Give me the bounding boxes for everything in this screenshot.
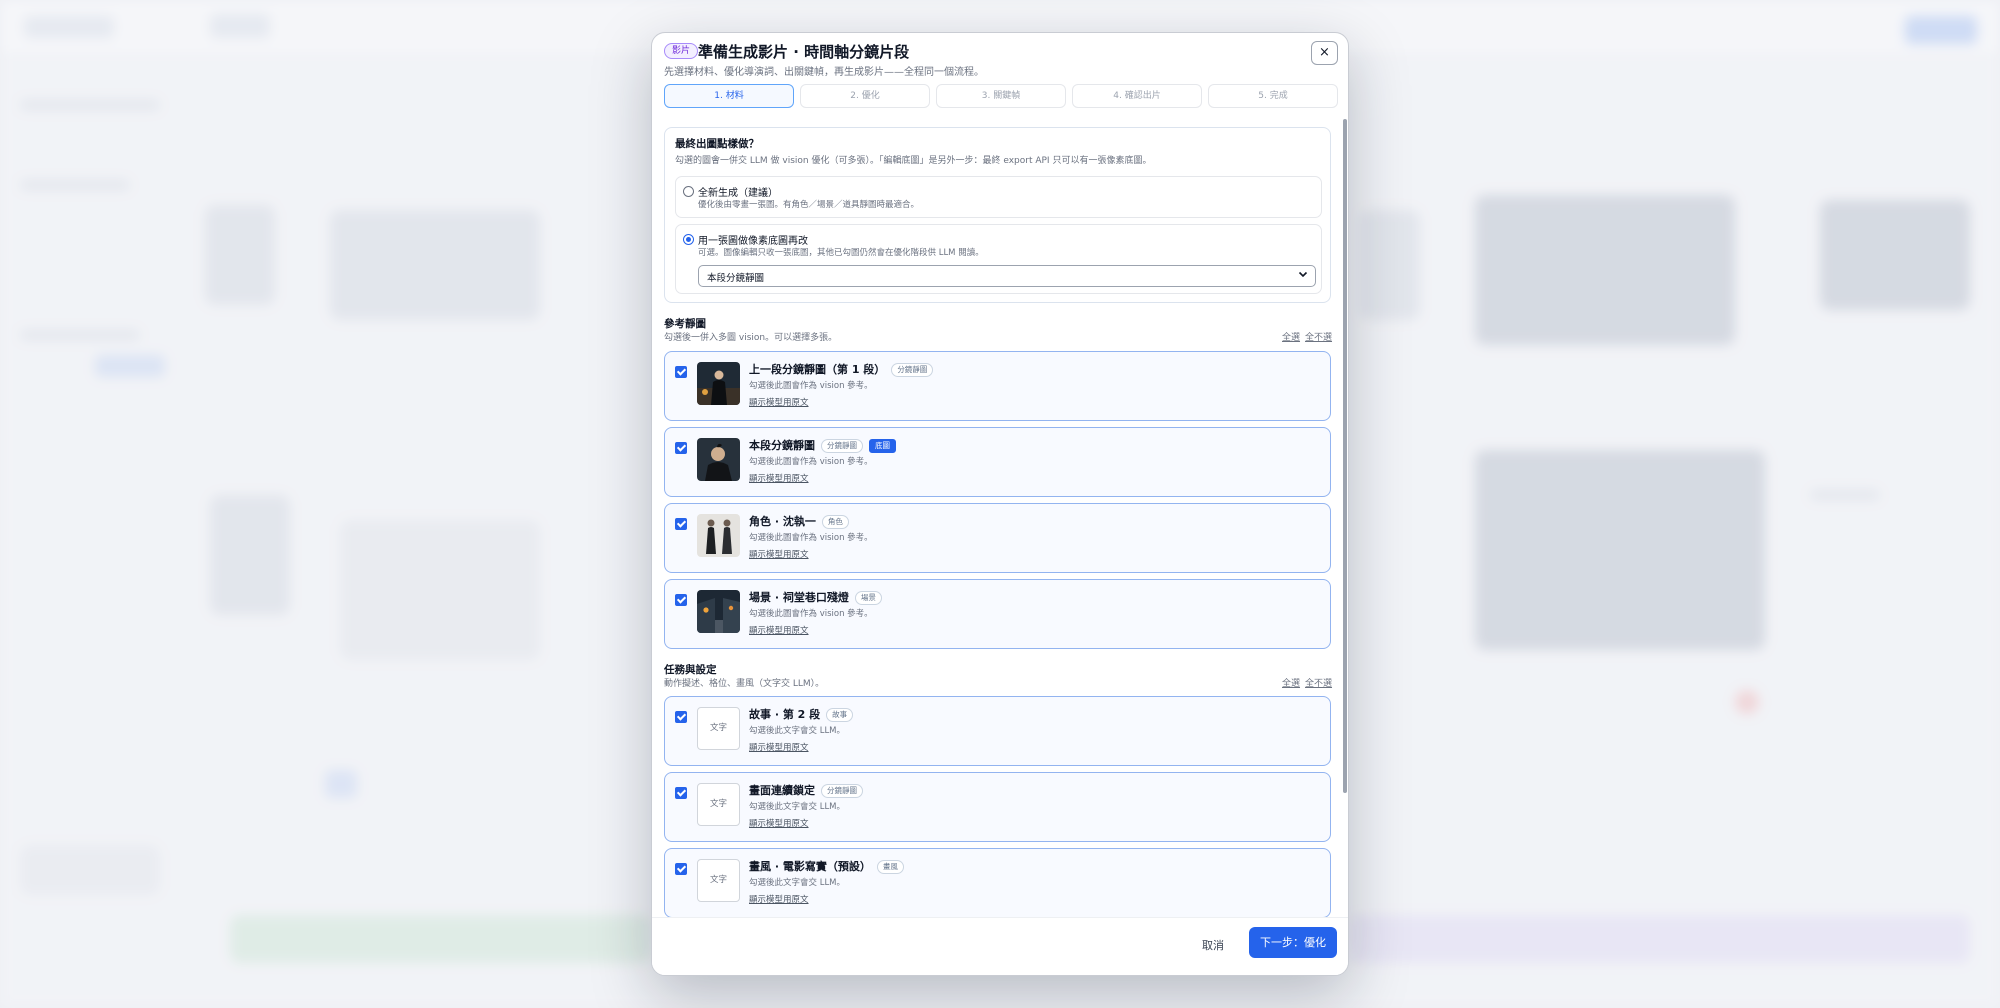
type-badge: 故事 xyxy=(826,708,854,722)
option-description: 優化後由零畫一張圖。有角色／場景／道具靜圖時最適合。 xyxy=(698,200,920,210)
base-image-badge: 底圖 xyxy=(869,439,896,453)
reference-description: 勾選後此圖會作為 vision 參考。 xyxy=(749,381,873,391)
task-title: 故事 · 第 2 段故事 xyxy=(749,706,854,722)
modal-title: 準備生成影片 · 時間軸分鏡片段 xyxy=(698,43,910,61)
reference-title: 上一段分鏡靜圖（第 1 段） 分鏡靜圖 xyxy=(749,361,934,377)
reference-card[interactable]: 本段分鏡靜圖 分鏡靜圖 底圖 勾選後此圖會作為 vision 參考。 顯示模型用原文 xyxy=(664,427,1331,497)
text-thumb: 文字 xyxy=(697,783,740,826)
step-optimize[interactable]: 2. 優化 xyxy=(800,84,930,108)
show-prompt-link[interactable]: 顯示模型用原文 xyxy=(749,548,809,560)
text-thumb: 文字 xyxy=(697,859,740,902)
show-prompt-link[interactable]: 顯示模型用原文 xyxy=(749,893,809,905)
thumb-prev-shot xyxy=(697,362,740,405)
task-title: 畫風 · 電影寫實（預設） 畫風 xyxy=(749,858,904,874)
chevron-down-icon xyxy=(1298,269,1308,282)
task-title: 畫面連續鎖定 分鏡靜圖 xyxy=(749,782,863,798)
task-title-text: 畫面連續鎖定 xyxy=(749,784,815,797)
type-badge: 角色 xyxy=(821,515,849,529)
type-badge: 畫風 xyxy=(876,860,904,874)
step-materials[interactable]: 1. 材料 xyxy=(664,84,794,108)
reference-checkbox[interactable] xyxy=(675,594,687,606)
type-badge: 場景 xyxy=(854,591,882,605)
task-checkbox[interactable] xyxy=(675,787,687,799)
modal-scrollbar[interactable] xyxy=(1343,119,1347,793)
type-badge: 分鏡靜圖 xyxy=(821,784,863,798)
task-title-text: 畫風 · 電影寫實（預設） xyxy=(749,860,871,873)
option-label: 全新生成（建議） xyxy=(698,188,778,199)
reference-description: 勾選後此圖會作為 vision 參考。 xyxy=(749,457,873,467)
option-generate-new[interactable]: 全新生成（建議） 優化後由零畫一張圖。有角色／場景／道具靜圖時最適合。 xyxy=(675,176,1322,218)
thumb-current-shot xyxy=(697,438,740,481)
reference-title-text: 上一段分鏡靜圖（第 1 段） xyxy=(749,363,886,376)
option-base-image[interactable]: 用一張圖做像素底圖再改 可選。圖像編輯只收一張底圖，其他已勾圖仍然會在優化階段供… xyxy=(675,224,1322,294)
task-description: 勾選後此文字會交 LLM。 xyxy=(749,726,846,736)
close-button[interactable]: × xyxy=(1311,41,1338,65)
task-description: 勾選後此文字會交 LLM。 xyxy=(749,802,846,812)
reference-title-text: 本段分鏡靜圖 xyxy=(749,439,815,452)
modal-footer: 取消 下一步：優化 xyxy=(652,917,1348,975)
reference-checkbox[interactable] xyxy=(675,518,687,530)
reference-checkbox[interactable] xyxy=(675,442,687,454)
final-output-panel: 最終出圖點樣做？ 勾選的圖會一併交 LLM 做 vision 優化（可多張）。「… xyxy=(664,127,1331,303)
tasks-title: 任務與設定 xyxy=(664,664,717,676)
tasks-description: 動作擬述、格位、畫風（文字交 LLM）。 xyxy=(664,679,825,689)
reference-select-none[interactable]: 全不選 xyxy=(1305,330,1332,343)
final-output-description: 勾選的圖會一併交 LLM 做 vision 優化（可多張）。「編輯底圖」是另外一… xyxy=(675,156,1152,166)
reference-description: 勾選後此圖會作為 vision 參考。 xyxy=(749,609,873,619)
next-step-button[interactable]: 下一步：優化 xyxy=(1249,927,1337,958)
base-image-select[interactable]: 本段分鏡靜圖 xyxy=(698,265,1316,287)
task-description: 勾選後此文字會交 LLM。 xyxy=(749,878,846,888)
show-prompt-link[interactable]: 顯示模型用原文 xyxy=(749,396,809,408)
show-prompt-link[interactable]: 顯示模型用原文 xyxy=(749,472,809,484)
stepper: 1. 材料 2. 優化 3. 關鍵幀 4. 確認出片 5. 完成 xyxy=(664,84,1338,108)
reference-checkbox[interactable] xyxy=(675,366,687,378)
option-description: 可選。圖像編輯只收一張底圖，其他已勾圖仍然會在優化階段供 LLM 閱讀。 xyxy=(698,248,984,258)
modal-subtitle: 先選擇材料、優化導演詞、出關鍵幀，再生成影片——全程同一個流程。 xyxy=(664,67,984,78)
reference-title: 本段分鏡靜圖 分鏡靜圖 底圖 xyxy=(749,437,896,453)
tasks-select-none[interactable]: 全不選 xyxy=(1305,676,1332,689)
show-prompt-link[interactable]: 顯示模型用原文 xyxy=(749,741,809,753)
reference-images-description: 勾選後一併入多圖 vision。可以選擇多張。 xyxy=(664,333,838,343)
reference-title-text: 角色 · 沈執一 xyxy=(749,515,816,528)
type-badge: 分鏡靜圖 xyxy=(891,363,934,377)
reference-card[interactable]: 角色 · 沈執一 角色 勾選後此圖會作為 vision 參考。 顯示模型用原文 xyxy=(664,503,1331,573)
modal-header: 影片 準備生成影片 · 時間軸分鏡片段 先選擇材料、優化導演詞、出關鍵幀，再生成… xyxy=(652,33,1348,117)
reference-title: 場景 · 祠堂巷口殘燈 場景 xyxy=(749,589,882,605)
step-done[interactable]: 5. 完成 xyxy=(1208,84,1338,108)
task-card[interactable]: 文字 畫風 · 電影寫實（預設） 畫風 勾選後此文字會交 LLM。 顯示模型用原文 xyxy=(664,848,1331,917)
final-output-title: 最終出圖點樣做？ xyxy=(675,138,759,150)
type-badge: 分鏡靜圖 xyxy=(821,439,863,453)
reference-title-text: 場景 · 祠堂巷口殘燈 xyxy=(749,591,849,604)
reference-card[interactable]: 上一段分鏡靜圖（第 1 段） 分鏡靜圖 勾選後此圖會作為 vision 參考。 顯… xyxy=(664,351,1331,421)
show-prompt-link[interactable]: 顯示模型用原文 xyxy=(749,817,809,829)
text-thumb: 文字 xyxy=(697,707,740,750)
task-checkbox[interactable] xyxy=(675,711,687,723)
task-card[interactable]: 文字 故事 · 第 2 段故事 勾選後此文字會交 LLM。 顯示模型用原文 xyxy=(664,696,1331,766)
reference-description: 勾選後此圖會作為 vision 參考。 xyxy=(749,533,873,543)
base-image-select-value: 本段分鏡靜圖 xyxy=(707,273,765,284)
show-prompt-link[interactable]: 顯示模型用原文 xyxy=(749,624,809,636)
tasks-select-all[interactable]: 全選 xyxy=(1282,676,1300,689)
step-confirm[interactable]: 4. 確認出片 xyxy=(1072,84,1202,108)
radio-base-image[interactable] xyxy=(683,234,694,245)
task-title-text: 故事 · 第 2 段 xyxy=(749,708,821,721)
video-tag: 影片 xyxy=(664,43,699,59)
modal-body[interactable]: 最終出圖點樣做？ 勾選的圖會一併交 LLM 做 vision 優化（可多張）。「… xyxy=(652,117,1348,917)
generate-video-modal: 影片 準備生成影片 · 時間軸分鏡片段 先選擇材料、優化導演詞、出關鍵幀，再生成… xyxy=(651,32,1349,976)
thumb-character xyxy=(697,514,740,557)
task-card[interactable]: 文字 畫面連續鎖定 分鏡靜圖 勾選後此文字會交 LLM。 顯示模型用原文 xyxy=(664,772,1331,842)
reference-images-title: 參考靜圖 xyxy=(664,318,706,330)
radio-generate-new[interactable] xyxy=(683,186,694,197)
task-checkbox[interactable] xyxy=(675,863,687,875)
reference-select-all[interactable]: 全選 xyxy=(1282,330,1300,343)
option-label: 用一張圖做像素底圖再改 xyxy=(698,236,808,247)
cancel-button[interactable]: 取消 xyxy=(1202,937,1224,953)
step-keyframes[interactable]: 3. 關鍵幀 xyxy=(936,84,1066,108)
reference-card[interactable]: 場景 · 祠堂巷口殘燈 場景 勾選後此圖會作為 vision 參考。 顯示模型用原… xyxy=(664,579,1331,649)
reference-title: 角色 · 沈執一 角色 xyxy=(749,513,849,529)
thumb-scene xyxy=(697,590,740,633)
